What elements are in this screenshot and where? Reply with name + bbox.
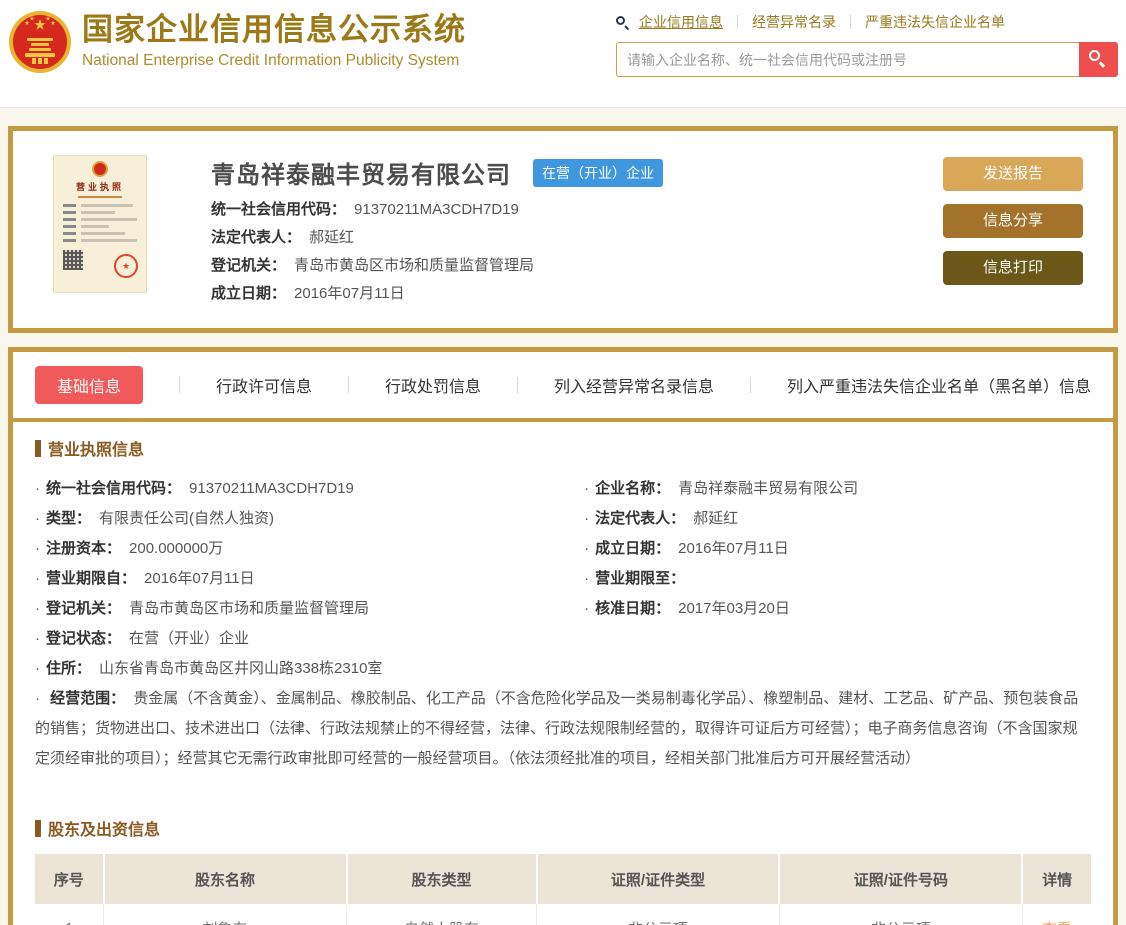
col-header-detail: 详情 bbox=[1022, 854, 1091, 904]
license-emblem-icon bbox=[92, 161, 108, 177]
company-summary-card: 营业执照 ★ 青岛祥泰融丰贸易有限公司 在营（开业）企业 统一社会信用代码：91… bbox=[8, 126, 1118, 333]
tab-abnormal-list[interactable]: 列入经营异常名录信息 bbox=[554, 366, 714, 404]
tab-bar: 基础信息 行政许可信息 行政处罚信息 列入经营异常名录信息 列入严重违法失信企业… bbox=[13, 352, 1113, 422]
col-header-no: 序号 bbox=[35, 854, 104, 904]
site-title-cn: 国家企业信用信息公示系统 bbox=[82, 12, 466, 48]
field-business-scope: 经营范围：贵金属（不含黄金）、金属制品、橡胶制品、化工产品（不含危险化学品及一类… bbox=[35, 684, 1091, 774]
search-input[interactable] bbox=[616, 42, 1079, 77]
field-company-type: 类型：有限责任公司(自然人独资) bbox=[35, 504, 584, 534]
field-legal-rep: 法定代表人：郝延红 bbox=[584, 504, 1091, 534]
field-registered-capital: 注册资本：200.000000万 bbox=[35, 534, 584, 564]
national-emblem-logo-icon bbox=[8, 10, 72, 74]
col-header-cert-type: 证照/证件类型 bbox=[537, 854, 780, 904]
table-row: 1 刘鲁东 自然人股东 非公示项 非公示项 查看 bbox=[35, 904, 1091, 925]
tab-blacklist[interactable]: 列入严重违法失信企业名单（黑名单）信息 bbox=[787, 366, 1091, 404]
license-title: 营业执照 bbox=[54, 180, 146, 193]
field-establish-date: 成立日期：2016年07月11日 bbox=[584, 534, 1091, 564]
cell-cert-type: 非公示项 bbox=[537, 904, 780, 925]
license-qr-code bbox=[63, 250, 83, 270]
company-field-credit-code: 统一社会信用代码：91370211MA3CDH7D19 bbox=[211, 200, 943, 220]
company-field-reg-authority: 登记机关：青岛市黄岛区市场和质量监督管理局 bbox=[211, 256, 943, 276]
nav-separator bbox=[737, 15, 738, 29]
field-term-to: 营业期限至： bbox=[584, 564, 1091, 594]
nav-link-illegal-list[interactable]: 严重违法失信企业名单 bbox=[865, 12, 1005, 32]
license-section-title: 营业执照信息 bbox=[35, 436, 1091, 460]
table-header-row: 序号 股东名称 股东类型 证照/证件类型 证照/证件号码 详情 bbox=[35, 854, 1091, 904]
site-title-en: National Enterprise Credit Information P… bbox=[82, 52, 466, 70]
col-header-cert-no: 证照/证件号码 bbox=[779, 854, 1022, 904]
search-icon bbox=[1089, 50, 1105, 66]
print-info-button[interactable]: 信息打印 bbox=[943, 251, 1083, 285]
field-company-name: 企业名称：青岛祥泰融丰贸易有限公司 bbox=[584, 474, 1091, 504]
field-credit-code: 统一社会信用代码：91370211MA3CDH7D19 bbox=[35, 474, 584, 504]
search-bar bbox=[616, 42, 1118, 77]
field-term-from: 营业期限自：2016年07月11日 bbox=[35, 564, 584, 594]
col-header-shareholder-type: 股东类型 bbox=[347, 854, 537, 904]
cell-detail: 查看 bbox=[1022, 904, 1091, 925]
nav-link-abnormal-list[interactable]: 经营异常名录 bbox=[752, 12, 836, 32]
field-reg-status: 登记状态：在营（开业）企业 bbox=[35, 624, 584, 654]
cell-shareholder-name: 刘鲁东 bbox=[104, 904, 347, 925]
search-button[interactable] bbox=[1079, 42, 1118, 77]
status-badge: 在营（开业）企业 bbox=[533, 159, 663, 187]
field-approval-date: 核准日期：2017年03月20日 bbox=[584, 594, 1091, 624]
tab-admin-license[interactable]: 行政许可信息 bbox=[216, 366, 312, 404]
detail-card: 基础信息 行政许可信息 行政处罚信息 列入经营异常名录信息 列入严重违法失信企业… bbox=[8, 347, 1118, 925]
send-report-button[interactable]: 发送报告 bbox=[943, 157, 1083, 191]
cell-no: 1 bbox=[35, 904, 104, 925]
page-header: 国家企业信用信息公示系统 National Enterprise Credit … bbox=[0, 0, 1126, 108]
tab-admin-penalty[interactable]: 行政处罚信息 bbox=[385, 366, 481, 404]
site-title-block: 国家企业信用信息公示系统 National Enterprise Credit … bbox=[82, 8, 466, 70]
top-nav: 企业信用信息 经营异常名录 严重违法失信企业名单 bbox=[616, 10, 1118, 34]
tab-basic-info[interactable]: 基础信息 bbox=[35, 366, 143, 404]
nav-link-enterprise-credit[interactable]: 企业信用信息 bbox=[639, 12, 723, 32]
business-license-image: 营业执照 ★ bbox=[53, 155, 147, 293]
field-address: 住所：山东省青岛市黄岛区井冈山路338栋2310室 bbox=[35, 654, 584, 684]
cell-shareholder-type: 自然人股东 bbox=[347, 904, 537, 925]
company-name: 青岛祥泰融丰贸易有限公司 bbox=[211, 155, 511, 190]
shareholders-table: 序号 股东名称 股东类型 证照/证件类型 证照/证件号码 详情 1 刘鲁东 自然 bbox=[35, 854, 1091, 925]
col-header-shareholder-name: 股东名称 bbox=[104, 854, 347, 904]
cell-cert-no: 非公示项 bbox=[779, 904, 1022, 925]
company-field-legal-rep: 法定代表人：郝延红 bbox=[211, 228, 943, 248]
shareholders-section-title: 股东及出资信息 bbox=[35, 816, 1091, 840]
share-info-button[interactable]: 信息分享 bbox=[943, 204, 1083, 238]
license-red-seal: ★ bbox=[114, 254, 138, 278]
field-reg-authority: 登记机关：青岛市黄岛区市场和质量监督管理局 bbox=[35, 594, 584, 624]
view-detail-link[interactable]: 查看 bbox=[1042, 921, 1072, 925]
search-icon bbox=[616, 16, 629, 29]
company-field-establish-date: 成立日期：2016年07月11日 bbox=[211, 284, 943, 304]
nav-separator bbox=[850, 15, 851, 29]
